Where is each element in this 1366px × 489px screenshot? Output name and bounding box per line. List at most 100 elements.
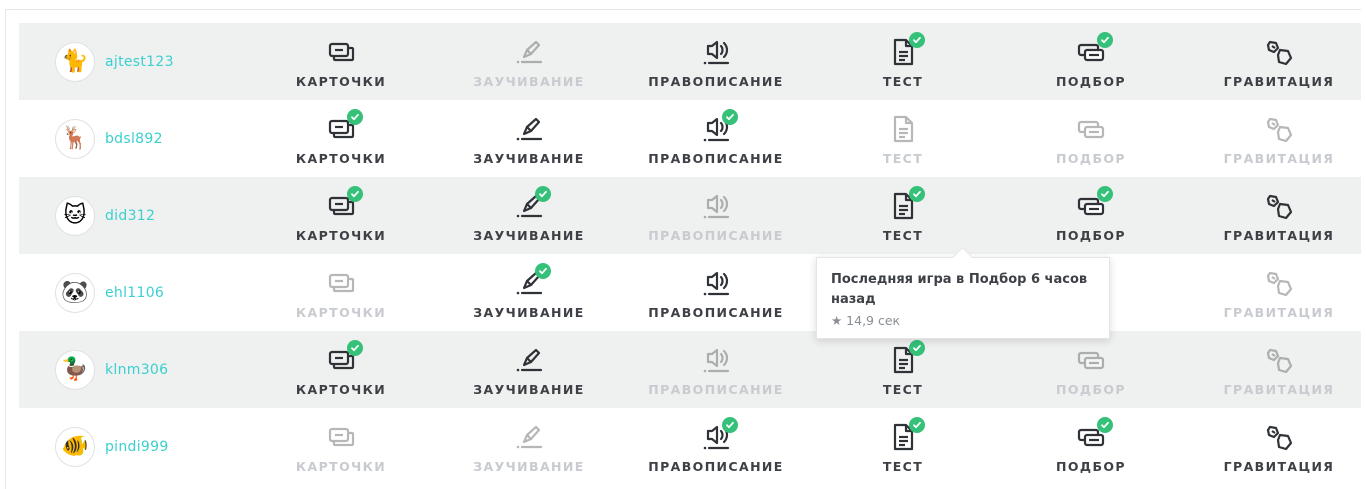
mode-cards[interactable]: КАРТОЧКИ (266, 254, 416, 331)
mode-label: ГРАВИТАЦИЯ (1223, 73, 1335, 89)
speaker-icon (696, 108, 738, 146)
gravity-asteroids-icon (1259, 35, 1299, 69)
mode-test[interactable]: ТЕСТ (828, 23, 978, 100)
gravity-asteroids-icon (1259, 266, 1299, 300)
mode-label: ПРАВОПИСАНИЕ (648, 304, 784, 320)
mode-gravity[interactable]: ГРАВИТАЦИЯ (1204, 177, 1354, 254)
mode-cards[interactable]: КАРТОЧКИ (266, 408, 416, 485)
mode-learn[interactable]: ЗАУЧИВАНИЕ (454, 177, 604, 254)
mode-match[interactable]: ПОДБОР (1016, 100, 1166, 177)
mode-spell[interactable]: ПРАВОПИСАНИЕ (641, 177, 791, 254)
student-ehl1106[interactable]: 🐼 ehl1106 (55, 254, 164, 331)
speaker-icon (696, 416, 738, 454)
mode-learn[interactable]: ЗАУЧИВАНИЕ (454, 408, 604, 485)
mode-gravity[interactable]: ГРАВИТАЦИЯ (1204, 331, 1354, 408)
mode-gravity[interactable]: ГРАВИТАЦИЯ (1204, 100, 1354, 177)
cards-icon (321, 35, 361, 69)
mode-match[interactable]: ПОДБОР (1016, 408, 1166, 485)
student-bdsl892[interactable]: 🦌 bdsl892 (55, 100, 163, 177)
mode-spell[interactable]: ПРАВОПИСАНИЕ (641, 23, 791, 100)
avatar: 🐠 (55, 426, 95, 467)
learn-pen-icon (509, 420, 549, 454)
match-cards-icon (1071, 31, 1113, 69)
student-pindi999[interactable]: 🐠 pindi999 (55, 408, 169, 485)
tooltip-score: ★ 14,9 сек (831, 313, 901, 328)
username-link[interactable]: klnm306 (105, 362, 168, 378)
tooltip-title: Последняя игра в Подбор 6 часов назад (831, 272, 1088, 307)
completed-check-icon (1097, 185, 1113, 202)
mode-learn[interactable]: ЗАУЧИВАНИЕ (454, 100, 604, 177)
mode-test[interactable]: ТЕСТ (828, 408, 978, 485)
mode-cards[interactable]: КАРТОЧКИ (266, 100, 416, 177)
avatar: 🦌 (55, 118, 95, 159)
username-link[interactable]: bdsl892 (105, 131, 163, 147)
table-row: 🦌 bdsl892 КАРТОЧКИ ЗАУЧИВАНИЕ ПРАВОПИСАНИЕ ТЕ… (19, 100, 1361, 177)
mode-label: ТЕСТ (882, 381, 924, 397)
mode-test[interactable]: ТЕСТ (828, 100, 978, 177)
learn-pen-icon (509, 35, 549, 69)
username-link[interactable]: ajtest123 (105, 54, 174, 70)
learn-pen-icon (509, 343, 549, 377)
mode-match[interactable]: ПОДБОР (1016, 23, 1166, 100)
test-document-icon (883, 185, 925, 223)
match-cards-icon (1071, 416, 1113, 454)
cards-icon (321, 266, 361, 300)
mode-spell[interactable]: ПРАВОПИСАНИЕ (641, 100, 791, 177)
mode-label: ТЕСТ (882, 458, 924, 474)
mode-match[interactable]: ПОДБОР (1016, 331, 1166, 408)
completed-check-icon (909, 339, 925, 356)
speaker-icon (696, 35, 736, 69)
cards-icon (321, 185, 363, 223)
learn-pen-icon (509, 185, 551, 223)
student-did312[interactable]: 🐱 did312 (55, 177, 155, 254)
mode-test[interactable]: ТЕСТ (828, 177, 978, 254)
username-link[interactable]: pindi999 (105, 439, 169, 455)
mode-label: ЗАУЧИВАНИЕ (473, 304, 585, 320)
speaker-icon (696, 343, 736, 377)
mode-learn[interactable]: ЗАУЧИВАНИЕ (454, 254, 604, 331)
completed-check-icon (535, 262, 551, 279)
mode-spell[interactable]: ПРАВОПИСАНИЕ (641, 331, 791, 408)
test-document-icon (883, 31, 925, 69)
completed-check-icon (909, 185, 925, 202)
mode-cards[interactable]: КАРТОЧКИ (266, 331, 416, 408)
completed-check-icon (722, 108, 738, 125)
mode-label: КАРТОЧКИ (295, 381, 387, 397)
student-ajtest123[interactable]: 🐈 ajtest123 (55, 23, 174, 100)
mode-learn[interactable]: ЗАУЧИВАНИЕ (454, 331, 604, 408)
mode-test[interactable]: ТЕСТ (828, 331, 978, 408)
mode-label: ЗАУЧИВАНИЕ (473, 227, 585, 243)
student-klnm306[interactable]: 🦆 klnm306 (55, 331, 168, 408)
mode-spell[interactable]: ПРАВОПИСАНИЕ (641, 408, 791, 485)
username-link[interactable]: ehl1106 (105, 285, 164, 301)
mode-spell[interactable]: ПРАВОПИСАНИЕ (641, 254, 791, 331)
mode-gravity[interactable]: ГРАВИТАЦИЯ (1204, 408, 1354, 485)
mode-gravity[interactable]: ГРАВИТАЦИЯ (1204, 23, 1354, 100)
last-game-tooltip: Последняя игра в Подбор 6 часов назад ★ … (816, 257, 1110, 339)
mode-label: ГРАВИТАЦИЯ (1223, 381, 1335, 397)
mode-cards[interactable]: КАРТОЧКИ (266, 23, 416, 100)
mode-learn[interactable]: ЗАУЧИВАНИЕ (454, 23, 604, 100)
mode-label: ПРАВОПИСАНИЕ (648, 150, 784, 166)
speaker-icon (696, 266, 736, 300)
mode-label: КАРТОЧКИ (295, 304, 387, 320)
username-link[interactable]: did312 (105, 208, 155, 224)
mode-cards[interactable]: КАРТОЧКИ (266, 177, 416, 254)
cards-icon (321, 339, 363, 377)
avatar: 🐱 (55, 195, 95, 236)
completed-check-icon (722, 416, 738, 433)
cards-icon (321, 108, 363, 146)
completed-check-icon (1097, 416, 1113, 433)
mode-label: ПРАВОПИСАНИЕ (648, 458, 784, 474)
table-row: 🦆 klnm306 КАРТОЧКИ ЗАУЧИВАНИЕ ПРАВОПИСАНИЕ ТЕ… (19, 331, 1361, 408)
mode-label: ПРАВОПИСАНИЕ (648, 227, 784, 243)
test-document-icon (883, 339, 925, 377)
mode-gravity[interactable]: ГРАВИТАЦИЯ (1204, 254, 1354, 331)
mode-label: ПОДБОР (1056, 458, 1126, 474)
completed-check-icon (347, 339, 363, 356)
student-progress-table: 🐈 ajtest123 КАРТОЧКИ ЗАУЧИВАНИЕ ПРАВОПИСАНИЕ… (19, 23, 1361, 485)
completed-check-icon (535, 185, 551, 202)
mode-match[interactable]: ПОДБОР (1016, 177, 1166, 254)
completed-check-icon (909, 31, 925, 48)
avatar: 🦆 (55, 349, 95, 390)
